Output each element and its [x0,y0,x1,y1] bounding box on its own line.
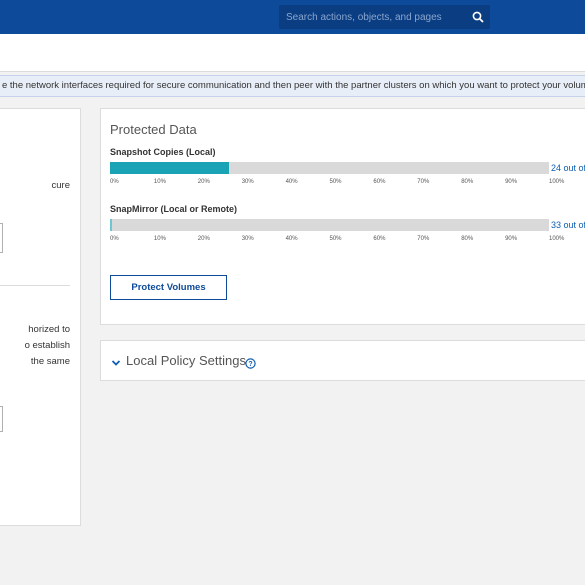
axis-tick-label: 20% [197,179,210,185]
axis-tick-label: 30% [241,236,254,242]
axis-tick-label: 0% [110,236,119,242]
axis-tick-label: 100% [549,179,565,185]
info-banner: e the network interfaces required for se… [0,75,585,97]
axis-tick-label: 40% [285,236,298,242]
local-policy-settings-card[interactable]: Local Policy Settings ? [100,340,585,381]
axis-tick-label: 30% [241,179,254,185]
info-banner-text: e the network interfaces required for se… [2,80,585,91]
snapmirror-label: SnapMirror (Local or Remote) [110,204,238,214]
local-policy-settings-title[interactable]: Local Policy Settings [126,353,246,368]
global-search[interactable]: Search actions, objects, and pages [279,5,490,29]
axis-tick-label: 40% [285,179,298,185]
left-panel-button-1[interactable] [0,223,3,253]
axis-tick-label: 90% [505,236,518,242]
snapshot-copies-count[interactable]: 24 out of [551,163,585,173]
axis-tick-label: 10% [153,236,166,242]
axis-tick-label: 70% [417,236,430,242]
snapmirror-count[interactable]: 33 out of [551,220,585,230]
snapshot-axis-ticks: 0% 10% 20% 30% 40% 50% 60% 70% 80% 90% 100% [110,179,564,189]
left-panel-text-2: horized to [28,324,70,335]
left-panel-text-3: o establish [24,340,70,351]
help-icon[interactable]: ? [245,356,256,369]
left-panel-text-4: the same [30,356,70,367]
axis-tick-label: 80% [461,179,474,185]
left-panel-divider [0,285,70,286]
svg-text:?: ? [248,361,252,368]
protected-data-title: Protected Data [110,122,197,137]
axis-tick-label: 90% [505,179,518,185]
axis-tick-label: 60% [373,236,386,242]
search-icon[interactable] [466,5,490,29]
axis-tick-label: 80% [461,236,474,242]
snapmirror-axis-ticks: 0% 10% 20% 30% 40% 50% 60% 70% 80% 90% 100% [110,236,564,246]
snapshot-copies-bar-fill [110,162,229,174]
axis-tick-label: 20% [197,236,210,242]
axis-tick-label: 10% [153,179,166,185]
axis-tick-label: 60% [373,179,386,185]
axis-tick-label: 70% [417,179,430,185]
top-navigation-bar: Search actions, objects, and pages [0,0,585,34]
axis-tick-label: 0% [110,179,119,185]
search-input[interactable]: Search actions, objects, and pages [279,12,466,23]
chevron-down-icon[interactable] [111,355,121,366]
axis-tick-label: 50% [329,236,342,242]
page-header-area [0,34,585,72]
left-panel-button-2[interactable] [0,406,3,432]
snapmirror-bar-fill [110,219,113,231]
protected-data-card: Protected Data Snapshot Copies (Local) 2… [100,108,585,325]
snapshot-copies-label: Snapshot Copies (Local) [110,147,216,157]
snapmirror-bar [110,219,549,231]
protect-volumes-button[interactable]: Protect Volumes [110,275,227,300]
axis-tick-label: 50% [329,179,342,185]
axis-tick-label: 100% [549,236,565,242]
left-panel: cure horized to o establish the same [0,108,81,526]
snapshot-copies-bar [110,162,549,174]
left-panel-text-1: cure [51,180,70,191]
